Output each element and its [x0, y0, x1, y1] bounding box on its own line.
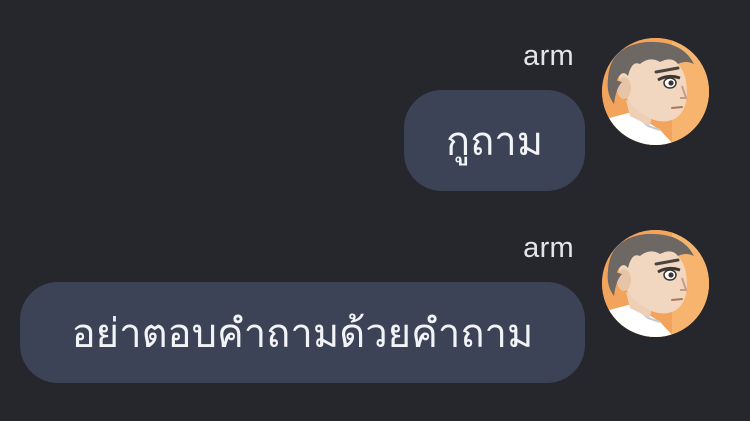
message-text: กูถาม [445, 118, 544, 165]
message-bubble[interactable]: กูถาม [404, 90, 585, 191]
anime-boy-avatar-icon[interactable] [602, 230, 709, 337]
sender-name: arm [523, 40, 574, 72]
chat-thread: arm กูถาม arm อย่าตอบคำถามด้วยคำถาม [0, 0, 750, 421]
message-bubble[interactable]: อย่าตอบคำถามด้วยคำถาม [20, 282, 585, 383]
anime-boy-avatar-icon[interactable] [602, 38, 709, 145]
message-text: อย่าตอบคำถามด้วยคำถาม [71, 310, 534, 357]
message-row: arm อย่าตอบคำถามด้วยคำถาม [0, 200, 750, 421]
message-row: arm กูถาม [0, 0, 750, 200]
sender-name: arm [523, 232, 574, 264]
